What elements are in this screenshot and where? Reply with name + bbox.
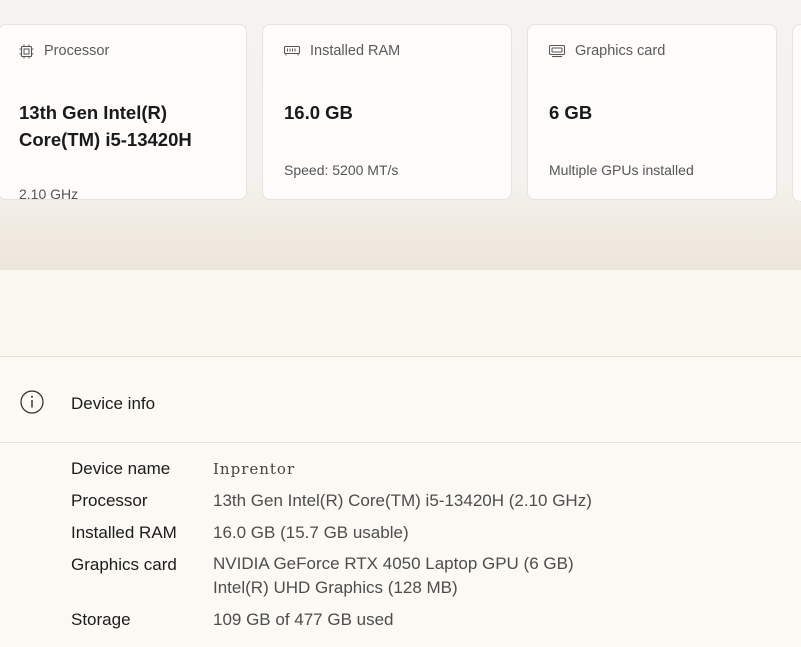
graphics-card-value: NVIDIA GeForce RTX 4050 Laptop GPU (6 GB… [213,554,574,573]
ram-card-header: Installed RAM [284,43,400,59]
ram-card-sub: Speed: 5200 MT/s [284,162,399,178]
processor-card-header: Processor [19,43,109,59]
graphics-card-label: Graphics card [71,555,177,574]
chip-icon [19,44,34,59]
storage-value: 109 GB of 477 GB used [213,610,394,629]
installed-ram-value: 16.0 GB (15.7 GB usable) [213,523,409,542]
spacer-band [0,269,801,357]
graphics-card-value-secondary: Intel(R) UHD Graphics (128 MB) [213,578,458,597]
graphics-card-card[interactable]: Graphics card 6 GB Multiple GPUs install… [527,24,777,200]
info-icon [20,390,44,419]
next-card-peek[interactable] [792,24,801,202]
processor-value: 13th Gen Intel(R) Core(TM) i5-13420H (2.… [213,491,592,510]
gpu-card-value: 6 GB [549,102,593,123]
device-info-header[interactable]: Device info [0,357,801,443]
installed-ram-label: Installed RAM [71,523,177,542]
ram-card[interactable]: Installed RAM 16.0 GB Speed: 5200 MT/s [262,24,512,200]
storage-label: Storage [71,610,131,629]
processor-card[interactable]: Processor 13th Gen Intel(R) Core(TM) i5-… [0,24,247,202]
gpu-card-label: Graphics card [575,43,666,59]
processor-label: Processor [71,491,148,510]
device-name-label: Device name [71,459,171,478]
memory-icon [284,45,300,57]
ram-card-label: Installed RAM [310,43,401,59]
device-info-panel: Device info Device name Inprentor Proces… [0,357,801,647]
processor-card-sub: 2.10 GHz [19,186,79,202]
processor-card-label: Processor [44,43,110,59]
gpu-card-sub: Multiple GPUs installed [549,162,694,178]
graphics-card-icon [549,44,565,58]
gpu-card-header: Graphics card [549,43,665,59]
device-name-value: Inprentor [213,460,296,478]
device-info-title: Device info [71,394,156,413]
processor-card-value: 13th Gen Intel(R) Core(TM) i5-13420H [19,102,192,150]
ram-card-value: 16.0 GB [284,102,353,123]
